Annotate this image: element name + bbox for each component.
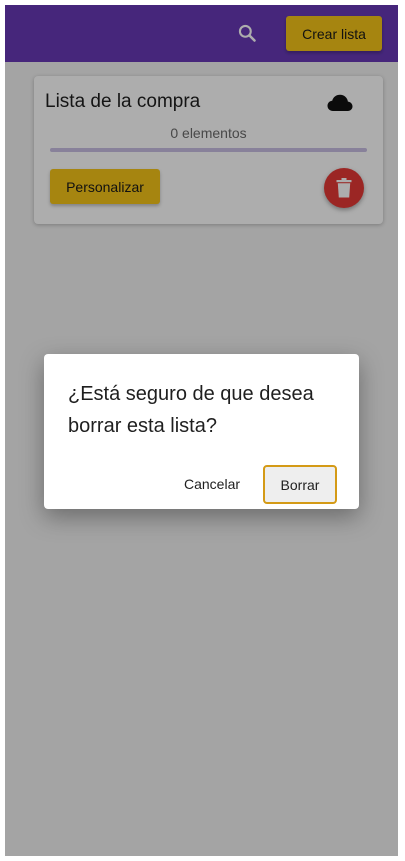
confirm-delete-button[interactable]: Borrar [263, 465, 337, 504]
app-frame: Crear lista Lista de la compra 0 element… [5, 5, 398, 856]
confirm-delete-label: Borrar [280, 476, 320, 493]
cancel-button[interactable]: Cancelar [174, 466, 250, 502]
dialog-message: ¿Está seguro de que desea borrar esta li… [68, 383, 314, 437]
confirm-delete-dialog: ¿Está seguro de que desea borrar esta li… [44, 354, 359, 509]
cancel-label: Cancelar [183, 476, 241, 492]
